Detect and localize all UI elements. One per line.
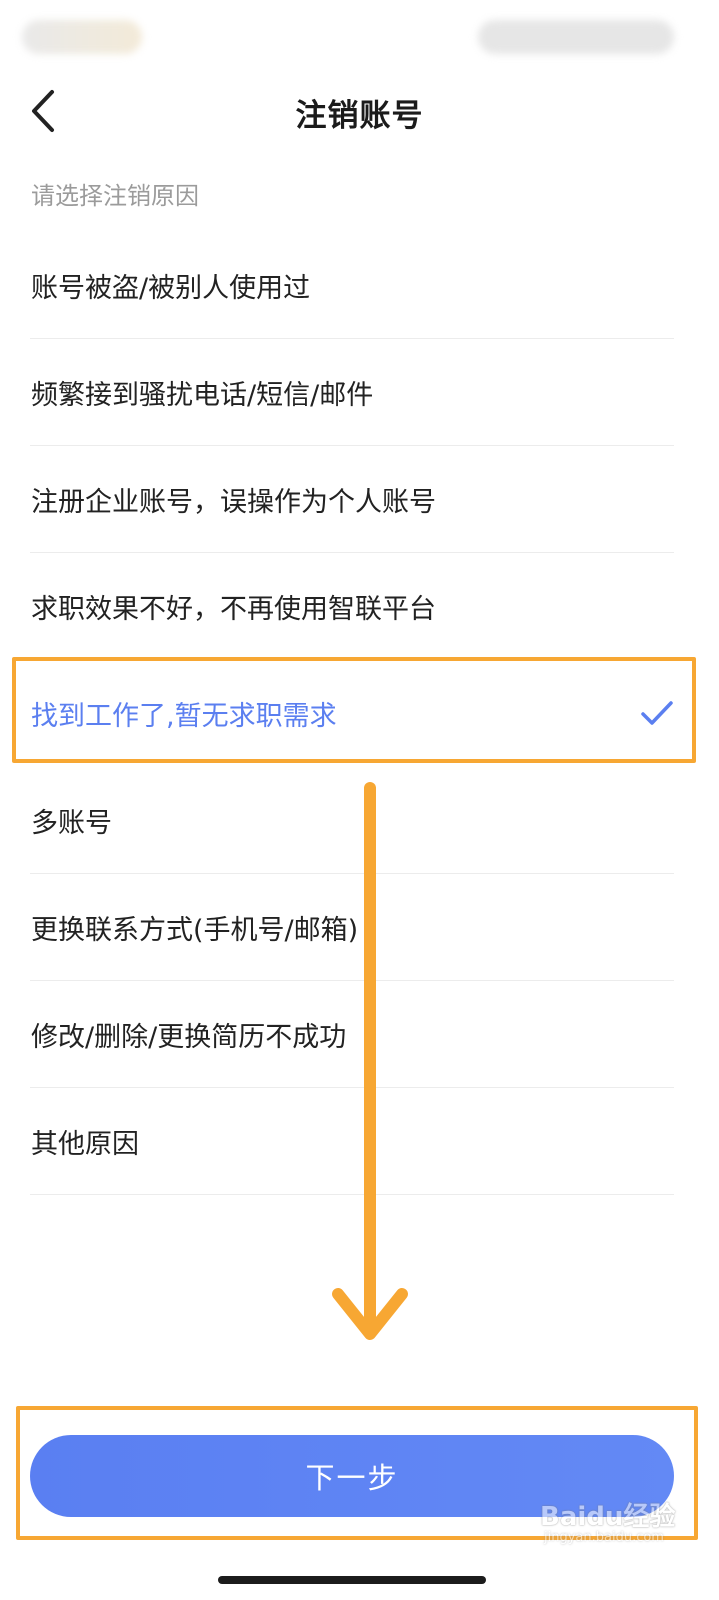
selected-option-highlight — [12, 657, 696, 763]
watermark-url: jingyan.baidu.com — [544, 1530, 664, 1545]
status-bar-indicators-blurred — [478, 20, 674, 54]
reason-label: 账号被盗/被别人使用过 — [31, 273, 311, 304]
reason-option-harassment[interactable]: 频繁接到骚扰电话/短信/邮件 — [0, 339, 719, 446]
reason-option-wrong-account-type[interactable]: 注册企业账号，误操作为个人账号 — [0, 446, 719, 553]
status-bar — [0, 0, 719, 70]
reason-label: 注册企业账号，误操作为个人账号 — [31, 487, 436, 518]
reason-option-account-stolen[interactable]: 账号被盗/被别人使用过 — [0, 232, 719, 339]
navigation-header: 注销账号 — [0, 70, 719, 152]
status-bar-time-blurred — [22, 20, 142, 54]
down-arrow-annotation — [332, 782, 408, 1340]
reason-label: 求职效果不好，不再使用智联平台 — [31, 594, 436, 625]
section-hint: 请选择注销原因 — [31, 182, 199, 210]
reason-label: 多账号 — [31, 808, 112, 839]
reason-option-poor-results[interactable]: 求职效果不好，不再使用智联平台 — [0, 553, 719, 660]
reason-label: 频繁接到骚扰电话/短信/邮件 — [31, 380, 374, 411]
reason-label: 修改/删除/更换简历不成功 — [31, 1022, 347, 1053]
home-indicator — [218, 1576, 486, 1584]
reason-label: 更换联系方式(手机号/邮箱) — [31, 915, 359, 946]
baidu-jingyan-watermark: Baidu经验 jingyan.baidu.com — [540, 1490, 690, 1550]
watermark-brand: Baidu经验 — [540, 1502, 676, 1532]
reason-label: 其他原因 — [31, 1129, 139, 1160]
page-title: 注销账号 — [295, 98, 424, 134]
